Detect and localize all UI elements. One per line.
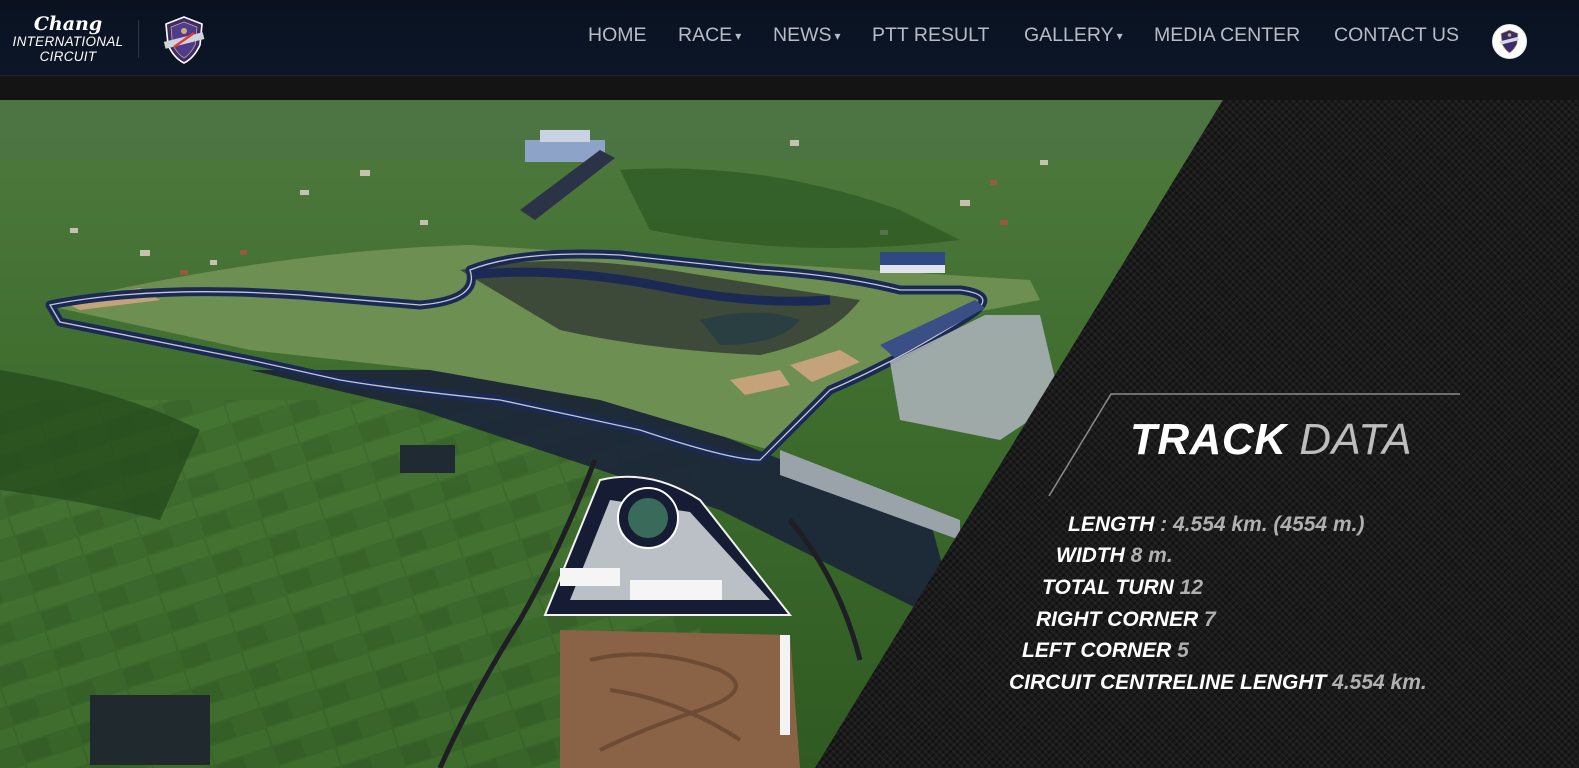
nav-race[interactable]: RACE ▾ xyxy=(678,22,741,50)
nav-media-center[interactable]: MEDIA CENTER xyxy=(1154,22,1300,48)
chevron-down-icon: ▾ xyxy=(834,29,841,43)
track-data-title: TRACK DATA xyxy=(1130,415,1413,464)
chevron-down-icon: ▾ xyxy=(1116,29,1123,43)
main-nav: HOME RACE ▾ NEWS ▾ PTT RESULT GALLERY ▾ MED… xyxy=(0,0,1579,75)
spec-length: LENGTH : 4.554 km. (4554 m.) xyxy=(1068,513,1365,536)
spec-left-corner: LEFT CORNER 5 xyxy=(1022,639,1189,662)
hero-banner: TRACK DATA LENGTH : 4.554 km. (4554 m.) … xyxy=(0,100,1579,768)
nav-contact-us[interactable]: CONTACT US xyxy=(1334,22,1459,48)
nav-ptt-result[interactable]: PTT RESULT xyxy=(872,22,989,48)
spec-centreline-length: CIRCUIT CENTRELINE LENGHT 4.554 km. xyxy=(1009,671,1427,694)
nav-home[interactable]: HOME xyxy=(588,22,647,48)
spec-width: WIDTH 8 m. xyxy=(1056,544,1173,567)
nav-news[interactable]: NEWS ▾ xyxy=(773,22,841,50)
language-badge-icon[interactable] xyxy=(1492,24,1527,59)
spec-total-turn: TOTAL TURN 12 xyxy=(1042,576,1204,599)
spec-right-corner: RIGHT CORNER 7 xyxy=(1036,608,1216,631)
chevron-down-icon: ▾ xyxy=(735,29,742,43)
header-shadow-band xyxy=(0,76,1579,100)
top-navigation-bar: Chang INTERNATIONAL CIRCUIT HOME RACE ▾ N… xyxy=(0,0,1579,75)
nav-gallery[interactable]: GALLERY ▾ xyxy=(1024,22,1123,50)
